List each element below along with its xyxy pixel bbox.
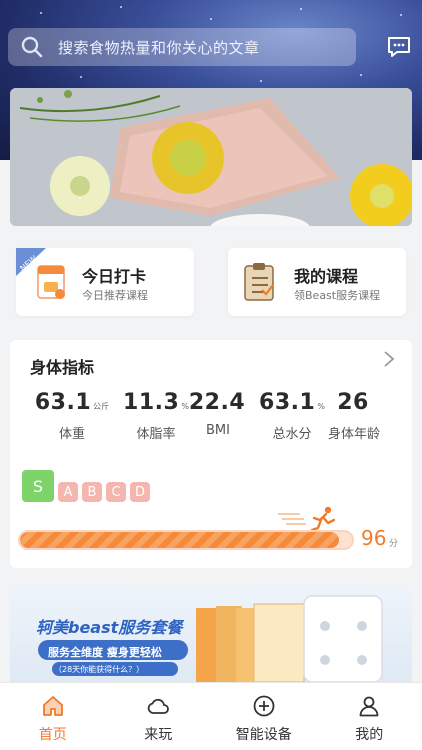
tab-label: 来玩	[144, 727, 173, 743]
tab-mine[interactable]: 我的	[317, 683, 422, 750]
courses-subtitle: 领Beast服务课程	[294, 289, 381, 302]
clipboard-icon	[244, 263, 274, 301]
metric-weight: 63.1 公斤 体重	[32, 390, 112, 442]
tab-home[interactable]: 首页	[0, 683, 106, 750]
metric-label: BMI	[206, 423, 230, 438]
promo-slogan: 服务全维度 瘦身更轻松	[48, 646, 162, 659]
grade-scale: S A B C D	[22, 470, 154, 502]
user-icon	[359, 696, 379, 717]
runner-icon	[278, 506, 336, 532]
tab-smart-devices[interactable]: 智能设备	[211, 683, 317, 750]
today-checkin-card[interactable]: NEW 今日打卡 今日推荐课程	[16, 248, 194, 316]
metric-body-fat: 11.3% 体脂率	[116, 390, 196, 442]
banner-carousel[interactable]	[10, 88, 412, 226]
metric-value: 63.1	[34, 390, 92, 415]
checkin-subtitle: 今日推荐课程	[82, 289, 148, 302]
home-icon	[42, 696, 63, 716]
metric-label: 体脂率	[136, 427, 176, 442]
tab-label: 智能设备	[235, 727, 292, 743]
promo-banner[interactable]: 轲美beast服务套餐 服务全维度 瘦身更轻松 （28天你能获得什么？）	[10, 586, 412, 682]
grade-b: B	[82, 482, 102, 502]
tab-label: 首页	[38, 727, 67, 743]
grade-a: A	[58, 482, 78, 502]
search-bar[interactable]: 搜索食物热量和你关心的文章	[8, 28, 356, 66]
body-metrics-card[interactable]: 身体指标 63.1 公斤 体重 11.3% 体脂率 22.4 BMI 63.1% …	[10, 340, 412, 568]
metric-value: 11.3	[123, 390, 180, 415]
cloud-icon	[147, 698, 170, 714]
score-unit: 分	[389, 539, 399, 549]
score-progress-fill	[20, 532, 339, 548]
chevron-right-icon[interactable]	[382, 350, 396, 368]
bottom-tab-bar: 首页 来玩 智能设备 我的	[0, 682, 422, 750]
score-progress-bar	[18, 530, 354, 550]
metric-value: 22.4	[188, 390, 246, 415]
metric-water: 63.1% 总水分	[252, 390, 332, 442]
message-icon[interactable]	[386, 34, 412, 60]
tab-label: 我的	[355, 727, 384, 743]
metric-bmi: 22.4 BMI	[186, 390, 250, 438]
promo-note: （28天你能获得什么？）	[54, 665, 145, 674]
metric-body-age: 26 身体年龄	[324, 390, 384, 442]
metric-value: 26	[337, 390, 369, 415]
checkin-icon: NEW	[16, 248, 65, 299]
checkin-title: 今日打卡	[82, 267, 147, 286]
banner-image	[10, 88, 412, 226]
score-value: 96	[361, 526, 387, 550]
tab-play[interactable]: 来玩	[106, 683, 212, 750]
metric-label: 体重	[58, 427, 85, 442]
grade-d: D	[130, 482, 150, 502]
plus-circle-icon	[253, 695, 275, 717]
metric-label: 总水分	[272, 427, 312, 442]
metric-value: 63.1	[259, 390, 316, 415]
search-icon	[21, 36, 43, 58]
metric-label: 身体年龄	[327, 427, 380, 442]
promo-title: 轲美beast服务套餐	[36, 618, 183, 637]
grade-c: C	[106, 482, 126, 502]
body-metrics-title: 身体指标	[30, 358, 95, 377]
grade-s: S	[22, 470, 54, 502]
my-courses-card[interactable]: 我的课程 领Beast服务课程	[228, 248, 406, 316]
search-placeholder: 搜索食物热量和你关心的文章	[58, 38, 260, 57]
courses-title: 我的课程	[294, 267, 359, 286]
metric-unit: 公斤	[93, 402, 110, 411]
